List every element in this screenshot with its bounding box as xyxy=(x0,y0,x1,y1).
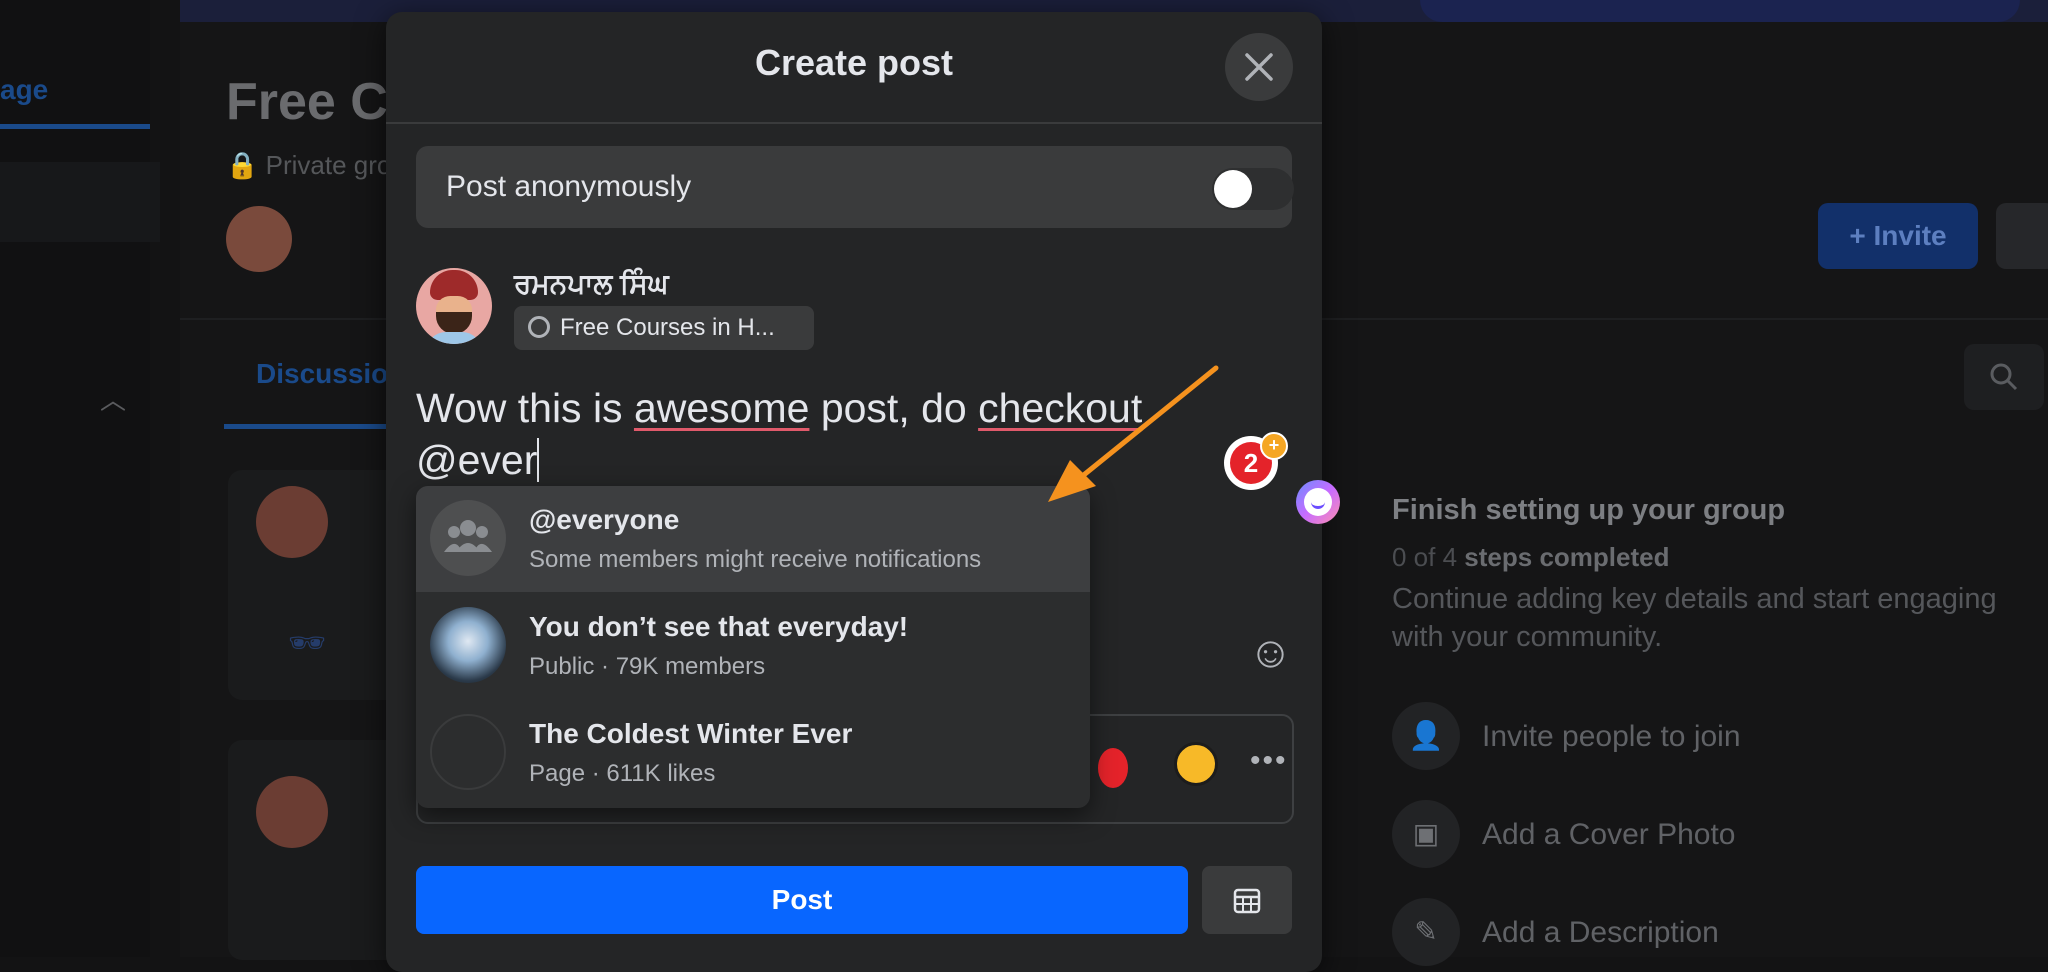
setup-item-label: Invite people to join xyxy=(1482,720,1741,753)
group-photo xyxy=(430,607,506,683)
mention-query: @ever xyxy=(416,437,538,483)
plus-icon: + xyxy=(1260,432,1288,460)
close-button[interactable] xyxy=(1225,33,1293,101)
post-text-segment: Wow this is xyxy=(416,385,634,431)
more-options-icon[interactable]: ••• xyxy=(1250,744,1288,778)
audience-selector[interactable]: Free Courses in H... xyxy=(514,306,814,350)
mention-option-subtitle: Public · 79K members xyxy=(529,653,766,680)
left-nav-link[interactable]: age xyxy=(0,74,48,106)
mention-option-title: You don’t see that everyday! xyxy=(529,611,909,642)
post-button[interactable]: Post xyxy=(416,866,1188,934)
people-group-glyph xyxy=(444,520,492,552)
mention-option-page[interactable]: The Coldest Winter Ever Page · 611K like… xyxy=(416,700,1090,806)
assistant-face xyxy=(1304,488,1332,516)
text-caret xyxy=(537,438,540,482)
audience-label: Free Courses in H... xyxy=(560,314,775,341)
calendar-icon xyxy=(1233,888,1261,914)
emoji-icon[interactable]: ☺ xyxy=(1248,628,1293,678)
post-anonymously-row: Post anonymously xyxy=(416,146,1294,228)
anonymous-icon: 🕶 xyxy=(288,627,327,660)
member-avatar xyxy=(226,206,292,272)
mention-option-subtitle: Page · 611K likes xyxy=(529,760,716,787)
post-anonymously-label: Post anonymously xyxy=(446,170,692,203)
share-button[interactable] xyxy=(1996,203,2048,269)
misspelled-word: awesome xyxy=(633,385,810,431)
setup-item-label: Add a Cover Photo xyxy=(1482,818,1736,851)
group-privacy-label: Private gro xyxy=(265,150,392,180)
dialog-title: Create post xyxy=(754,42,954,83)
pencil-icon: ✎ xyxy=(1392,898,1460,966)
setup-title: Finish setting up your group xyxy=(1392,494,1786,526)
post-anonymously-toggle[interactable] xyxy=(1212,168,1294,210)
group-title: Free C xyxy=(226,73,388,131)
left-nav-underline xyxy=(0,124,150,129)
person-icon: 👤 xyxy=(1392,702,1460,770)
setup-description: Continue adding key details and start en… xyxy=(1392,583,1997,653)
setup-steps-count: 0 of 4 xyxy=(1392,542,1458,572)
author-avatar xyxy=(416,268,492,344)
composer-avatar xyxy=(256,486,328,558)
invite-label: Invite xyxy=(1873,220,1947,251)
post-text-segment: post, do xyxy=(809,385,979,431)
assistant-icon[interactable] xyxy=(1296,480,1340,524)
feed-card-avatar xyxy=(256,776,328,848)
cover-photo-detail xyxy=(1420,0,2020,22)
author-name: ਰਮਨਪਾਲ ਸਿੰਘ xyxy=(514,268,669,299)
search-icon xyxy=(1990,363,2018,391)
people-group-icon xyxy=(430,500,506,576)
mention-option-everyone[interactable]: @everyone Some members might receive not… xyxy=(416,486,1090,592)
avatar-shirt xyxy=(426,332,482,344)
setup-item-invite[interactable]: 👤 Invite people to join xyxy=(1392,702,2048,772)
setup-steps-label: steps completed xyxy=(1464,542,1670,572)
toggle-knob xyxy=(1214,170,1252,208)
dialog-divider xyxy=(386,122,1322,124)
left-sidebar xyxy=(0,0,150,957)
setup-item-description[interactable]: ✎ Add a Description xyxy=(1392,898,2048,968)
avatar-beard xyxy=(436,312,472,334)
photo-icon: ▣ xyxy=(1392,800,1460,868)
group-icon xyxy=(528,316,550,338)
feeling-icon[interactable] xyxy=(1174,742,1218,786)
setup-steps: 0 of 4 steps completed xyxy=(1392,542,1669,573)
location-icon[interactable] xyxy=(1098,748,1128,788)
mention-option-subtitle: Some members might receive notifications xyxy=(529,546,982,573)
mention-option-group[interactable]: You don’t see that everyday! Public · 79… xyxy=(416,593,1090,699)
tab-discussion[interactable]: Discussio xyxy=(256,358,388,390)
mention-suggestions: @everyone Some members might receive not… xyxy=(416,486,1090,808)
page-avatar xyxy=(430,714,506,790)
close-icon xyxy=(1245,53,1273,81)
setup-item-cover-photo[interactable]: ▣ Add a Cover Photo xyxy=(1392,800,2048,870)
search-button[interactable] xyxy=(1964,344,2044,410)
left-nav-box xyxy=(0,162,160,242)
invite-button[interactable]: + Invite xyxy=(1818,203,1978,269)
feed-card xyxy=(228,740,408,960)
setup-item-label: Add a Description xyxy=(1482,916,1719,949)
mention-option-title: @everyone xyxy=(529,504,680,535)
schedule-button[interactable] xyxy=(1202,866,1292,934)
mention-option-title: The Coldest Winter Ever xyxy=(529,718,853,749)
annotation-arrow xyxy=(1048,365,1219,502)
chevron-up-icon[interactable]: ︿ xyxy=(100,380,126,417)
group-privacy: 🔒 Private gro xyxy=(226,150,392,180)
